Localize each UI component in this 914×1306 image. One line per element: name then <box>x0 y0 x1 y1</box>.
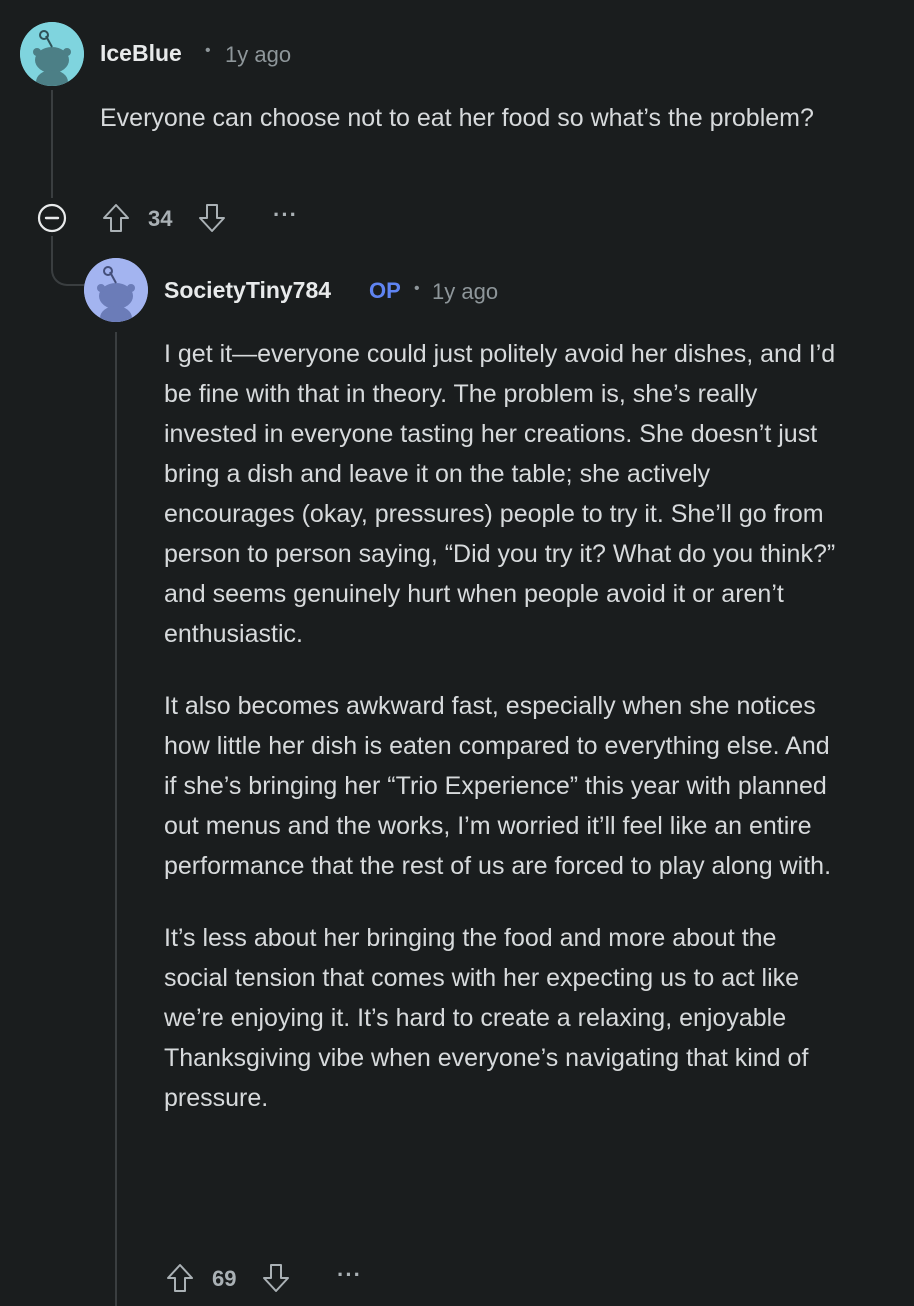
more-options-button[interactable]: ··· <box>273 202 298 228</box>
vote-count: 34 <box>148 206 173 231</box>
downvote-button[interactable] <box>197 202 227 234</box>
meta-separator: • <box>205 42 211 59</box>
comment-paragraph: It also becomes awkward fast, especially… <box>164 692 832 880</box>
username[interactable]: SocietyTiny784 <box>164 277 331 304</box>
username[interactable]: IceBlue <box>100 40 182 67</box>
upvote-button[interactable] <box>165 1262 195 1294</box>
collapse-button[interactable] <box>37 203 67 233</box>
op-badge: OP <box>369 278 401 303</box>
meta-separator: • <box>414 280 420 297</box>
more-options-button[interactable]: ··· <box>337 1262 362 1288</box>
upvote-arrow-icon <box>167 1264 193 1292</box>
snoo-avatar-icon <box>20 22 84 86</box>
comment-paragraph: It’s less about her bringing the food an… <box>164 924 809 1112</box>
comment-paragraph: Everyone can choose not to eat her food … <box>100 104 814 132</box>
downvote-arrow-icon <box>263 1264 289 1292</box>
thread-line[interactable] <box>51 90 53 198</box>
comment-body: I get it—everyone could just politely av… <box>164 334 844 1150</box>
comment-paragraph: I get it—everyone could just politely av… <box>164 340 836 648</box>
downvote-button[interactable] <box>261 1262 291 1294</box>
avatar[interactable] <box>20 22 84 86</box>
downvote-arrow-icon <box>199 204 225 232</box>
vote-count: 69 <box>212 1266 237 1291</box>
comment-body: Everyone can choose not to eat her food … <box>100 98 840 170</box>
upvote-arrow-icon <box>103 204 129 232</box>
timestamp[interactable]: 1y ago <box>225 42 291 68</box>
upvote-button[interactable] <box>101 202 131 234</box>
reply-thread-line[interactable] <box>115 332 117 1306</box>
snoo-avatar-icon <box>84 258 148 322</box>
avatar[interactable] <box>84 258 148 322</box>
thread-branch <box>51 236 87 286</box>
timestamp[interactable]: 1y ago <box>432 279 498 305</box>
collapse-icon <box>37 203 67 233</box>
